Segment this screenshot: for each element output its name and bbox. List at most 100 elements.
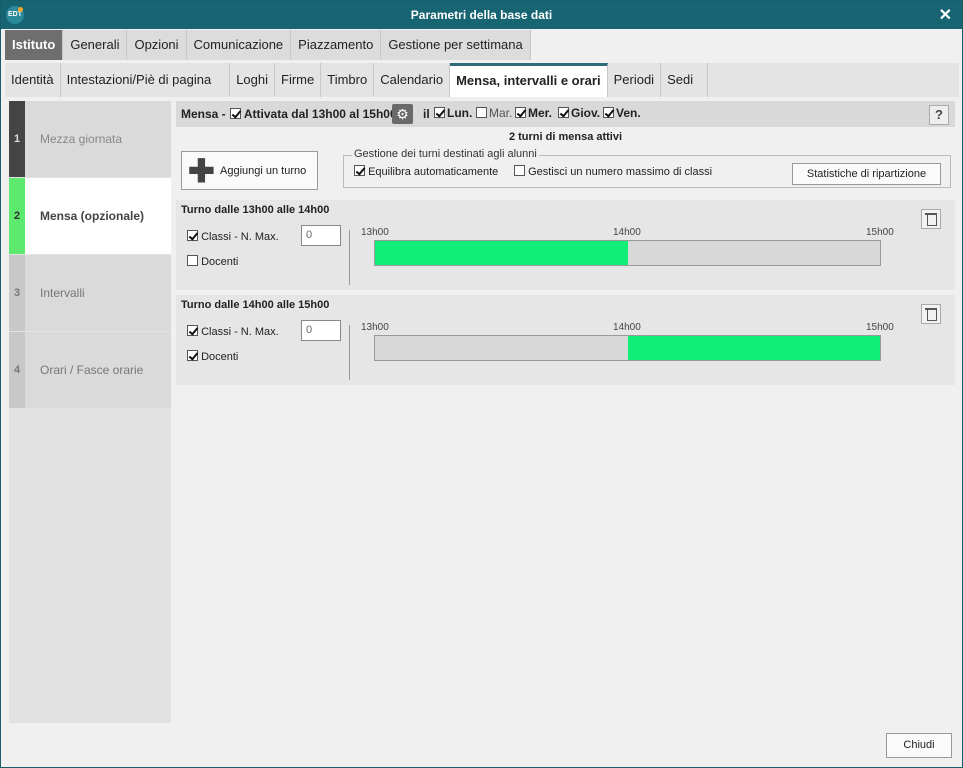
turno-card: Turno dalle 14h00 alle 15h00 Classi - N.… <box>176 295 955 385</box>
day-label: Giov. <box>571 106 601 120</box>
day-lun[interactable]: Lun. <box>434 106 472 120</box>
trash-icon[interactable] <box>921 209 941 229</box>
tab-sedi[interactable]: Sedi <box>661 63 709 97</box>
day-ven-checkbox[interactable] <box>603 107 614 118</box>
add-turn-label: Aggiungi un turno <box>220 165 307 177</box>
day-label: Mer. <box>528 106 553 120</box>
docenti-checkbox[interactable] <box>187 255 198 266</box>
tab-timbro[interactable]: Timbro <box>321 63 375 97</box>
step-label: Mezza giornata <box>40 132 123 146</box>
tick-label: 13h00 <box>361 227 389 238</box>
equilibra-option[interactable]: Equilibra automaticamente <box>354 165 498 178</box>
mensa-bar: Mensa - Attivata dal 13h00 al 15h00 ⚙ il… <box>176 101 955 127</box>
mensa-activated-toggle[interactable]: Attivata dal 13h00 al 15h00 <box>230 107 397 121</box>
docenti-checkbox[interactable] <box>187 350 198 361</box>
time-track[interactable] <box>374 240 881 266</box>
day-label: Ven. <box>616 106 641 120</box>
time-track[interactable] <box>374 335 881 361</box>
tab-loghi[interactable]: Loghi <box>230 63 276 97</box>
tab-periodi[interactable]: Periodi <box>608 63 662 97</box>
turno-title: Turno dalle 14h00 alle 15h00 <box>181 299 330 311</box>
mensa-prefix: Mensa - <box>181 107 226 121</box>
step-number: 4 <box>9 332 25 408</box>
docenti-option[interactable]: Docenti <box>187 255 238 268</box>
mensa-activated-checkbox[interactable] <box>230 108 241 119</box>
turno-time-range[interactable] <box>375 241 628 265</box>
classi-label: Classi - N. Max. <box>201 231 279 243</box>
tab-intestazioni[interactable]: Intestazioni/Piè di pagina <box>61 63 231 97</box>
tab-opzioni[interactable]: Opzioni <box>127 30 187 60</box>
steps-sidebar: 1 Mezza giornata 2 Mensa (opzionale) 3 I… <box>9 101 171 723</box>
gestisci-max-checkbox[interactable] <box>514 165 525 176</box>
dialog-window: EDT Parametri della base dati ✕ Istituto… <box>0 0 963 768</box>
tick-label: 14h00 <box>613 227 641 238</box>
tab-identita[interactable]: Identità <box>5 63 61 97</box>
max-classi-input[interactable]: 0 <box>301 225 341 246</box>
day-giov-checkbox[interactable] <box>558 107 569 118</box>
trash-icon[interactable] <box>921 304 941 324</box>
tick-label: 15h00 <box>866 322 894 333</box>
classi-option[interactable]: Classi - N. Max. <box>187 325 279 338</box>
day-giov[interactable]: Giov. <box>558 106 600 120</box>
max-classi-input[interactable]: 0 <box>301 320 341 341</box>
mensa-activated-label: Attivata dal 13h00 al 15h00 <box>243 107 397 121</box>
turno-card: Turno dalle 13h00 alle 14h00 Classi - N.… <box>176 200 955 290</box>
docenti-label: Docenti <box>201 351 239 363</box>
tab-comunicazione[interactable]: Comunicazione <box>187 30 292 60</box>
day-mar-checkbox[interactable] <box>476 107 487 118</box>
turno-title: Turno dalle 13h00 alle 14h00 <box>181 204 330 216</box>
gestione-turni-group: Gestione dei turni destinati agli alunni… <box>343 148 951 188</box>
step-number: 3 <box>9 255 25 331</box>
classi-checkbox[interactable] <box>187 230 198 241</box>
docenti-label: Docenti <box>201 256 239 268</box>
gestione-legend: Gestione dei turni destinati agli alunni <box>352 148 539 160</box>
gear-icon[interactable]: ⚙ <box>392 104 413 124</box>
statistiche-button[interactable]: Statistiche di ripartizione <box>792 163 941 185</box>
add-turn-button[interactable]: ✚ Aggiungi un turno <box>181 151 318 190</box>
tab-firme[interactable]: Firme <box>275 63 322 97</box>
title-bar: EDT Parametri della base dati ✕ <box>1 1 962 29</box>
step-mezza-giornata[interactable]: 1 Mezza giornata <box>9 101 171 177</box>
mensa-il-label: il <box>423 107 430 121</box>
day-mer[interactable]: Mer. <box>515 106 552 120</box>
docenti-option[interactable]: Docenti <box>187 350 238 363</box>
day-ven[interactable]: Ven. <box>603 106 641 120</box>
close-icon[interactable]: ✕ <box>939 5 952 25</box>
gestisci-max-label: Gestisci un numero massimo di classi <box>528 166 713 178</box>
classi-option[interactable]: Classi - N. Max. <box>187 230 279 243</box>
tab-generali[interactable]: Generali <box>63 30 128 60</box>
chiudi-button[interactable]: Chiudi <box>886 733 952 758</box>
plus-icon: ✚ <box>188 153 215 189</box>
tab-gestione-per-settimana[interactable]: Gestione per settimana <box>381 30 531 60</box>
step-number: 1 <box>9 101 25 177</box>
separator <box>349 230 350 285</box>
turno-time-range[interactable] <box>627 336 880 360</box>
day-mar[interactable]: Mar. <box>476 106 512 120</box>
step-orari-fasce-orarie[interactable]: 4 Orari / Fasce orarie <box>9 332 171 408</box>
step-intervalli[interactable]: 3 Intervalli <box>9 255 171 331</box>
classi-checkbox[interactable] <box>187 325 198 336</box>
window-title: Parametri della base dati <box>410 8 553 22</box>
tab-calendario[interactable]: Calendario <box>374 63 451 97</box>
active-turns-count: 2 turni di mensa attivi <box>508 131 623 143</box>
tab-istituto[interactable]: Istituto <box>5 30 64 60</box>
tick-label: 15h00 <box>866 227 894 238</box>
classi-label: Classi - N. Max. <box>201 326 279 338</box>
step-label: Orari / Fasce orarie <box>40 363 144 377</box>
help-icon[interactable]: ? <box>929 105 949 125</box>
secondary-tabs: Identità Intestazioni/Piè di pagina Logh… <box>5 63 959 97</box>
tick-label: 13h00 <box>361 322 389 333</box>
step-mensa[interactable]: 2 Mensa (opzionale) <box>9 178 171 254</box>
equilibra-label: Equilibra automaticamente <box>368 166 499 178</box>
tab-mensa-intervalli-orari[interactable]: Mensa, intervalli e orari <box>450 63 608 97</box>
day-lun-checkbox[interactable] <box>434 107 445 118</box>
day-mer-checkbox[interactable] <box>515 107 526 118</box>
step-number: 2 <box>9 178 25 254</box>
step-label: Intervalli <box>40 286 85 300</box>
tab-piazzamento[interactable]: Piazzamento <box>291 30 382 60</box>
day-label: Mar. <box>489 106 513 120</box>
separator <box>349 325 350 380</box>
tick-label: 14h00 <box>613 322 641 333</box>
equilibra-checkbox[interactable] <box>354 165 365 176</box>
gestisci-max-option[interactable]: Gestisci un numero massimo di classi <box>514 165 712 178</box>
